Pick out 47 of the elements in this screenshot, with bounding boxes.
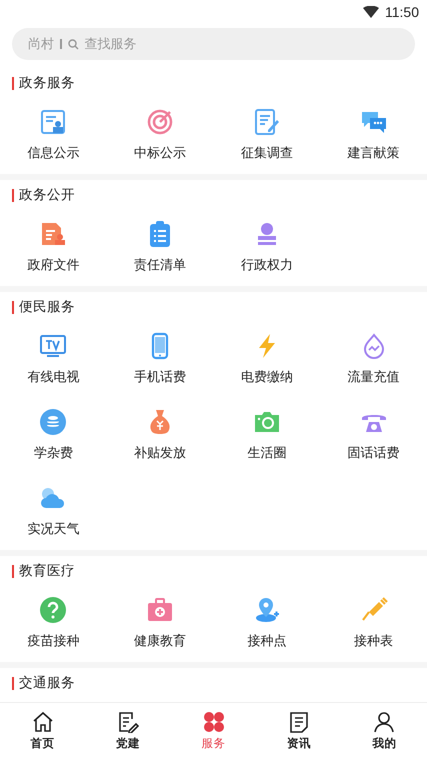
section-title: 交通服务: [19, 674, 75, 692]
nav-tab[interactable]: 党建: [85, 703, 171, 759]
target-icon: [146, 108, 174, 136]
service-label[interactable]: 实况天气: [27, 520, 80, 538]
service-label[interactable]: 政府文件: [27, 256, 80, 274]
service-label[interactable]: 接种点: [247, 632, 286, 650]
section-title: 教育医疗: [19, 562, 75, 580]
clock-time: 11:50: [385, 4, 419, 20]
user-icon: [373, 711, 396, 733]
document-pen-icon: [252, 108, 281, 136]
service-label[interactable]: 补贴发放: [134, 444, 186, 462]
search-icon: [68, 38, 78, 50]
wifi-icon: [363, 6, 379, 18]
service-label[interactable]: 有线电视: [27, 368, 80, 386]
service-label[interactable]: 生活圈: [247, 444, 286, 462]
service-label[interactable]: 流量充值: [348, 368, 400, 386]
service-label[interactable]: 信息公示: [27, 144, 80, 162]
search-placeholder: 查找服务: [84, 36, 136, 53]
section-title: 政务服务: [19, 74, 75, 92]
nav-tab[interactable]: 我的: [342, 703, 427, 759]
service-label[interactable]: 健康教育: [134, 632, 186, 650]
service-label[interactable]: 建言献策: [348, 144, 400, 162]
home-icon: [32, 711, 54, 733]
section-title: 政务公开: [19, 186, 75, 204]
service-label[interactable]: 中标公示: [134, 144, 186, 162]
news-document-icon: [288, 711, 310, 733]
notice-board-icon: [39, 108, 68, 136]
medical-kit-icon: [146, 596, 174, 624]
service-label[interactable]: 征集调查: [240, 144, 293, 162]
service-label[interactable]: 接种表: [354, 632, 394, 650]
service-label[interactable]: 责任清单: [134, 256, 186, 274]
nav-tab[interactable]: 首页: [0, 703, 86, 759]
four-petal-icon: [202, 711, 225, 733]
nav-tab[interactable]: 资讯: [256, 703, 342, 759]
service-label[interactable]: 电费缴纳: [240, 368, 293, 386]
document-pen-icon: [117, 711, 140, 733]
service-label[interactable]: 固话话费: [348, 444, 400, 462]
tv-icon: [39, 332, 68, 360]
question-icon: [39, 596, 68, 624]
service-label[interactable]: 学杂费: [34, 444, 73, 462]
service-label[interactable]: 行政权力: [240, 256, 293, 274]
service-label[interactable]: 疫苗接种: [27, 632, 80, 650]
coins-icon: [39, 408, 68, 436]
file-stamp-icon: [39, 220, 68, 248]
service-label[interactable]: 手机话费: [134, 368, 186, 386]
nav-tab[interactable]: 服务: [170, 703, 256, 759]
section-title: 便民服务: [19, 298, 75, 316]
